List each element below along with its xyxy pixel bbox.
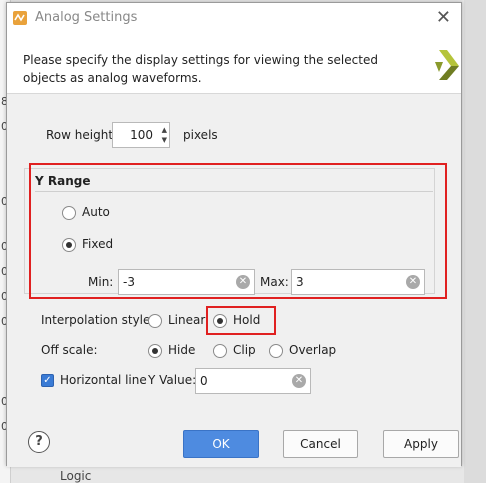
row-height-value: 100 [130, 128, 153, 142]
cancel-button[interactable]: Cancel [283, 430, 358, 458]
row-height-label: Row height: [46, 128, 118, 142]
horizontal-line-checkbox[interactable]: ✓ [41, 374, 54, 387]
window-title: Analog Settings [35, 10, 138, 25]
overlap-label[interactable]: Overlap [289, 343, 336, 357]
clip-radio[interactable] [213, 344, 227, 358]
apply-button[interactable]: Apply [383, 430, 459, 458]
hide-label[interactable]: Hide [168, 343, 195, 357]
background-window-right [464, 0, 486, 483]
close-icon[interactable]: ✕ [436, 7, 451, 28]
hide-radio[interactable] [148, 344, 162, 358]
row-height-spinner[interactable]: 100 ▲ ▼ [112, 122, 170, 148]
y-value-text: 0 [200, 374, 208, 388]
overlap-radio[interactable] [269, 344, 283, 358]
help-button[interactable]: ? [28, 431, 50, 453]
ok-button[interactable]: OK [183, 430, 259, 458]
clip-label[interactable]: Clip [233, 343, 256, 357]
row-height-unit: pixels [183, 128, 218, 142]
interpolation-label: Interpolation style: [41, 313, 155, 327]
horizontal-line-label[interactable]: Horizontal line [60, 373, 147, 387]
clear-icon[interactable]: ✕ [292, 374, 306, 388]
vendor-logo-icon [435, 50, 459, 80]
spinner-up-icon[interactable]: ▲ [162, 126, 167, 134]
y-value-input[interactable]: 0 ✕ [195, 368, 311, 394]
y-range-highlight [29, 163, 447, 299]
y-value-label: Y Value: [148, 373, 197, 387]
linear-radio[interactable] [148, 314, 162, 328]
background-text: Logic [60, 469, 92, 483]
spinner-down-icon[interactable]: ▼ [162, 136, 167, 144]
title-bar[interactable]: Analog Settings ✕ [7, 3, 461, 33]
waveform-icon [13, 11, 27, 25]
off-scale-label: Off scale: [41, 343, 98, 357]
linear-label[interactable]: Linear [168, 313, 205, 327]
hold-highlight [206, 306, 276, 335]
description-text: Please specify the display settings for … [23, 53, 378, 85]
